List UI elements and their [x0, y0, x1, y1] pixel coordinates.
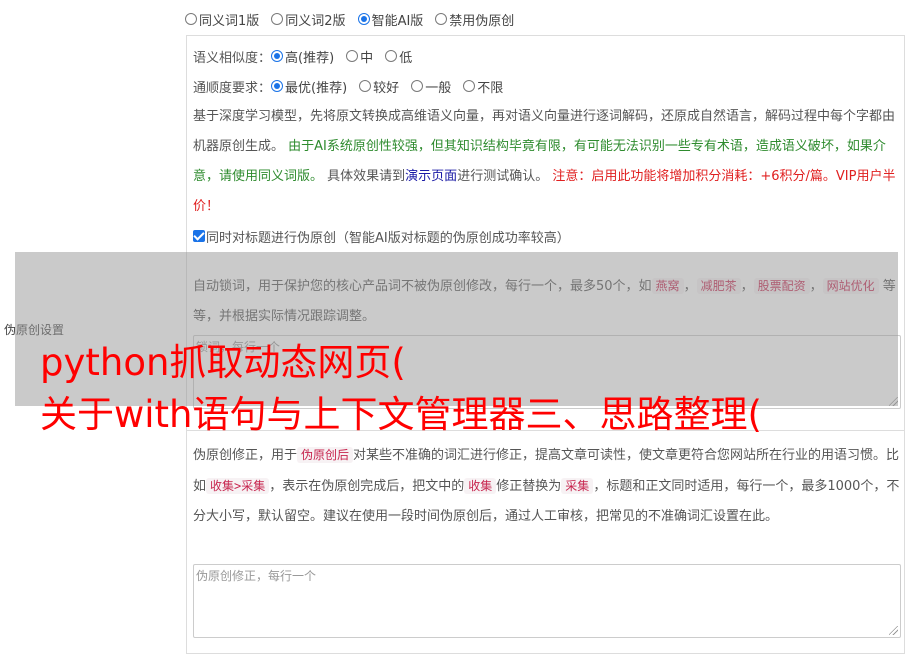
ai-settings-panel: 语义相似度： 高(推荐) 中 低 通顺度要求： 最优(推荐) 较好 一般 不限 …: [186, 35, 905, 257]
code-tag: 伪原创后: [297, 447, 354, 463]
mode-option-label: 禁用伪原创: [449, 13, 515, 29]
fluency-row: 通顺度要求： 最优(推荐) 较好 一般 不限: [193, 76, 515, 96]
checkbox-checked-icon[interactable]: [193, 230, 205, 242]
separator: ，: [740, 279, 754, 294]
description-text: ，表示在伪原创完成后，把文中的: [269, 479, 465, 494]
fluency-option-normal[interactable]: 一般: [411, 77, 451, 96]
description-text: 进行测试确认。: [457, 169, 549, 184]
mode-option-label: 同义词1版: [199, 13, 260, 29]
textarea-placeholder: 伪原创修正，每行一个: [196, 569, 317, 583]
code-tag: 收集>采集: [206, 478, 270, 494]
checkbox-label: 同时对标题进行伪原创（智能AI版对标题的伪原创成功率较高）: [206, 230, 570, 246]
mode-option-synonym-2[interactable]: 同义词2版: [271, 10, 346, 29]
example-tag: 减肥茶: [696, 278, 741, 294]
mode-option-label: 智能AI版: [371, 13, 424, 29]
radio-icon[interactable]: [385, 50, 398, 62]
option-label: 最优(推荐): [285, 80, 348, 96]
radio-selected-icon[interactable]: [271, 80, 284, 92]
description-text: 伪原创修正，用于: [193, 448, 298, 463]
separator: ，: [683, 279, 697, 294]
description-text: 自动锁词，用于保护您的核心产品词不被伪原创修改，每行一个，最多50个，如: [193, 279, 652, 294]
similarity-option-medium[interactable]: 中: [346, 47, 373, 66]
mode-option-label: 同义词2版: [285, 13, 346, 29]
mode-option-ai[interactable]: 智能AI版: [357, 10, 424, 29]
lock-words-description: 自动锁词，用于保护您的核心产品词不被伪原创修改，每行一个，最多50个，如 燕窝，减…: [193, 271, 901, 332]
radio-icon[interactable]: [411, 80, 424, 92]
option-label: 低: [399, 50, 413, 66]
option-label: 不限: [477, 80, 504, 96]
overlay-title: python抓取动态网页( 关于with语句与上下文管理器三、思路整理(: [40, 337, 762, 441]
radio-icon[interactable]: [359, 80, 372, 92]
correction-textarea[interactable]: 伪原创修正，每行一个: [193, 564, 901, 638]
option-label: 中: [360, 50, 374, 66]
code-tag: 收集: [464, 478, 497, 494]
correction-description: 伪原创修正，用于 伪原创后 对某些不准确的词汇进行修正，提高文章可读性，使文章更符合…: [193, 440, 901, 532]
radio-icon[interactable]: [463, 80, 476, 92]
mode-radio-group: 同义词1版 同义词2版 智能AI版 禁用伪原创: [185, 9, 526, 29]
radio-selected-icon[interactable]: [271, 50, 284, 62]
example-tag: 网站优化: [822, 278, 879, 294]
radio-icon[interactable]: [435, 13, 448, 25]
similarity-option-low[interactable]: 低: [385, 47, 412, 66]
mode-option-synonym-1[interactable]: 同义词1版: [185, 10, 259, 29]
similarity-label: 语义相似度：: [193, 50, 272, 66]
option-label: 较好: [373, 80, 400, 96]
section-label: 伪原创设置: [4, 323, 65, 337]
mode-option-disable[interactable]: 禁用伪原创: [435, 10, 514, 29]
ai-description: 基于深度学习模型，先将原文转换成高维语义向量，再对语义向量进行逐词解码，还原成自…: [193, 102, 901, 222]
overlay-title-line-2: 关于with语句与上下文管理器三、思路整理(: [40, 393, 762, 436]
fluency-option-best[interactable]: 最优(推荐): [271, 77, 347, 96]
option-label: 一般: [425, 80, 452, 96]
fluency-option-good[interactable]: 较好: [359, 77, 399, 96]
title-rewrite-checkbox[interactable]: 同时对标题进行伪原创（智能AI版对标题的伪原创成功率较高）: [193, 226, 570, 246]
similarity-row: 语义相似度： 高(推荐) 中 低: [193, 46, 424, 66]
fluency-option-any[interactable]: 不限: [463, 77, 503, 96]
radio-selected-icon[interactable]: [357, 13, 370, 25]
resize-handle-icon[interactable]: [889, 397, 898, 406]
radio-icon[interactable]: [185, 13, 197, 25]
resize-handle-icon[interactable]: [889, 626, 898, 635]
description-text: 具体效果请到: [327, 169, 406, 184]
radio-icon[interactable]: [271, 13, 284, 25]
fluency-label: 通顺度要求：: [193, 80, 272, 96]
code-tag: 采集: [561, 478, 594, 494]
similarity-option-high[interactable]: 高(推荐): [271, 47, 334, 66]
overlay-title-line-1: python抓取动态网页(: [40, 341, 406, 384]
demo-page-link[interactable]: 演示页面: [405, 169, 457, 184]
description-text: 修正替换为: [496, 479, 562, 494]
example-tag: 股票配资: [753, 278, 810, 294]
radio-icon[interactable]: [346, 50, 359, 62]
option-label: 高(推荐): [285, 50, 335, 66]
correction-panel: 伪原创修正，用于 伪原创后 对某些不准确的词汇进行修正，提高文章可读性，使文章更符合…: [186, 430, 905, 654]
example-tag: 燕窝: [651, 278, 684, 294]
separator: ，: [809, 279, 823, 294]
